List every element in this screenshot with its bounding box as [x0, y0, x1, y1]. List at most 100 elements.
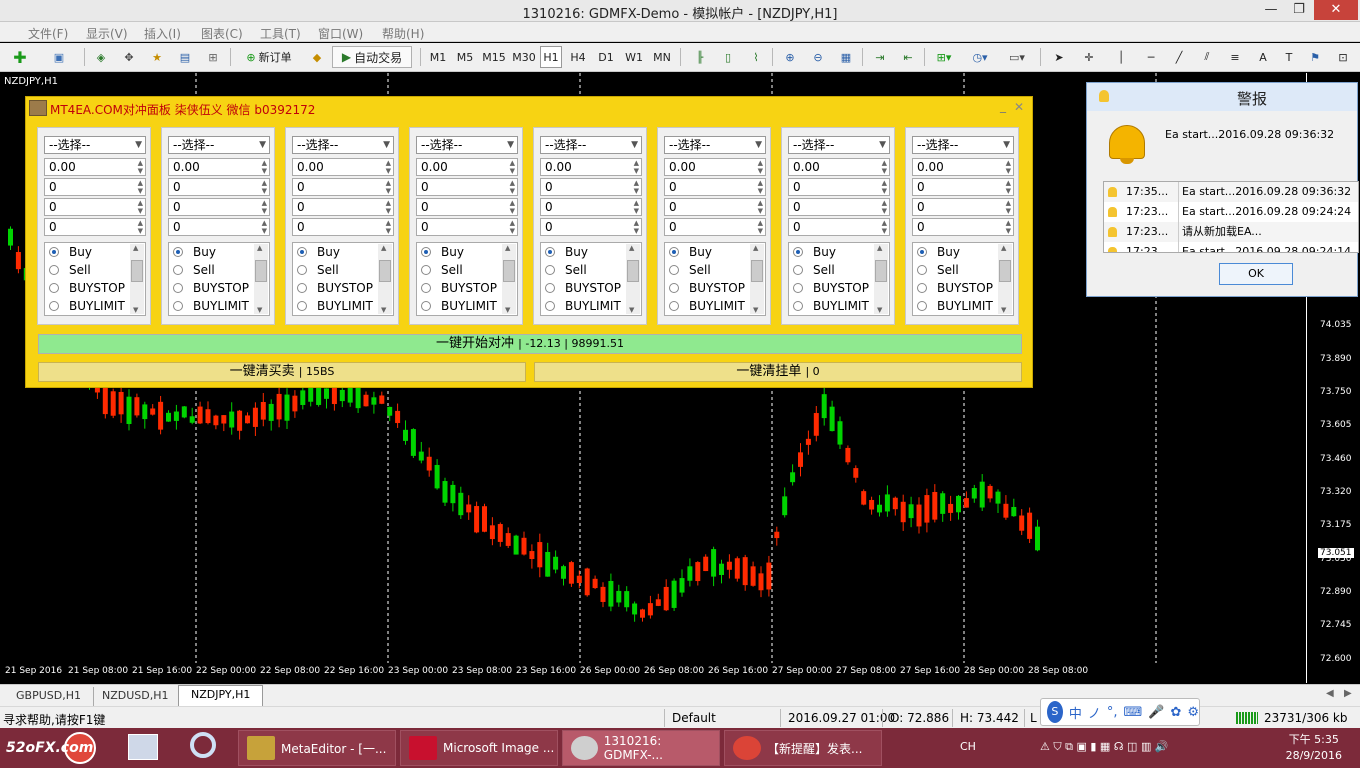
taskbar-item-chrome[interactable]: 【新提醒】发表... [724, 730, 882, 766]
param-input[interactable]: 0 ▲ ▼ [292, 178, 394, 196]
symbol-select[interactable]: --选择-- ▼ [788, 136, 890, 154]
hedge-start-button[interactable]: 一键开始对冲 | -12.13 | 98991.51 [38, 334, 1022, 354]
spinner-icon[interactable]: ▲ ▼ [138, 219, 143, 235]
scroll-down-icon[interactable]: ▼ [505, 306, 510, 314]
market-watch-icon[interactable]: ◈ [92, 46, 110, 68]
spinner-icon[interactable]: ▲ ▼ [262, 199, 267, 215]
alert-history-list[interactable]: 17:35... Ea start...2016.09.28 09:36:32 1… [1103, 181, 1359, 253]
param-input[interactable]: 0 ▲ ▼ [788, 218, 890, 236]
scrollbar[interactable]: ▲ ▼ [998, 244, 1012, 314]
scroll-down-icon[interactable]: ▼ [257, 306, 262, 314]
order-type-radio[interactable]: Sell [297, 263, 339, 277]
order-type-radio[interactable]: BUYLIMIT [917, 299, 993, 313]
scroll-down-icon[interactable]: ▼ [877, 306, 882, 314]
param-input[interactable]: 0 ▲ ▼ [292, 198, 394, 216]
spinner-icon[interactable]: ▲ ▼ [634, 159, 639, 175]
spinner-icon[interactable]: ▲ ▼ [1006, 159, 1011, 175]
scroll-thumb[interactable] [131, 260, 143, 282]
templates-icon[interactable]: ▭▾ [1004, 46, 1030, 68]
menu-insert[interactable]: 插入(I) [144, 25, 181, 42]
line-chart-icon[interactable]: ⌇ [746, 46, 766, 68]
chart-shift-icon[interactable]: ⇤ [898, 46, 918, 68]
indicators-icon[interactable]: ⊞▾ [932, 46, 956, 68]
lots-input[interactable]: 0.00 ▲ ▼ [788, 158, 890, 176]
list-item[interactable]: 17:23... Ea start...2016.09.28 09:24:14 [1104, 242, 1358, 252]
scroll-up-icon[interactable]: ▲ [753, 244, 758, 252]
trendline-icon[interactable]: ╱ [1170, 46, 1188, 68]
symbol-select[interactable]: --选择-- ▼ [168, 136, 270, 154]
ime-toolbar[interactable]: S 中 ノ °, ⌨ 🎤 ✿ ⚙ [1040, 698, 1200, 726]
spinner-icon[interactable]: ▲ ▼ [138, 159, 143, 175]
scroll-thumb[interactable] [999, 260, 1011, 282]
gear-icon[interactable]: ⚙ [1187, 705, 1199, 720]
order-type-radio[interactable]: BUYLIMIT [793, 299, 869, 313]
scroll-thumb[interactable] [751, 260, 763, 282]
scroll-up-icon[interactable]: ▲ [133, 244, 138, 252]
scroll-up-icon[interactable]: ▲ [877, 244, 882, 252]
autoscroll-icon[interactable]: ⇥ [870, 46, 890, 68]
tf-w1[interactable]: W1 [622, 46, 646, 68]
spinner-icon[interactable]: ▲ ▼ [1006, 179, 1011, 195]
param-input[interactable]: 0 ▲ ▼ [788, 198, 890, 216]
tile-windows-icon[interactable]: ▦ [836, 46, 856, 68]
symbol-select[interactable]: --选择-- ▼ [664, 136, 766, 154]
param-input[interactable]: 0 ▲ ▼ [168, 218, 270, 236]
spinner-icon[interactable]: ▲ ▼ [386, 179, 391, 195]
param-input[interactable]: 0 ▲ ▼ [416, 178, 518, 196]
taskbar-item-image[interactable]: Microsoft Image ... [400, 730, 558, 766]
spinner-icon[interactable]: ▲ ▼ [386, 199, 391, 215]
text-label-icon[interactable]: T [1280, 46, 1298, 68]
order-type-radio[interactable]: BUYLIMIT [173, 299, 249, 313]
menu-file[interactable]: 文件(F) [28, 25, 68, 42]
scrollbar[interactable]: ▲ ▼ [626, 244, 640, 314]
order-type-radio[interactable]: BUYLIMIT [49, 299, 125, 313]
profiles-icon[interactable]: ▣ [48, 46, 70, 68]
candle-chart-icon[interactable]: ▯ [718, 46, 738, 68]
scroll-up-icon[interactable]: ▲ [505, 244, 510, 252]
scrollbar[interactable]: ▲ ▼ [750, 244, 764, 314]
tf-h4[interactable]: H4 [566, 46, 590, 68]
list-item[interactable]: 17:35... Ea start...2016.09.28 09:36:32 [1104, 182, 1358, 202]
tab-gbpusd[interactable]: GBPUSD,H1 [4, 687, 94, 706]
param-input[interactable]: 0 ▲ ▼ [540, 178, 642, 196]
tray-icons[interactable]: ⚠ ⛉ ⧉ ▣ ▮ ▦ ☊ ◫ ▥ 🔊 [1040, 740, 1169, 754]
scroll-down-icon[interactable]: ▼ [753, 306, 758, 314]
order-type-radio[interactable]: BUYSTOP [173, 281, 249, 295]
panel-minimize-button[interactable]: _ [1000, 99, 1006, 113]
tester-icon[interactable]: ⊞ [204, 46, 222, 68]
spinner-icon[interactable]: ▲ ▼ [634, 199, 639, 215]
order-type-radio[interactable]: Sell [545, 263, 587, 277]
tf-m5[interactable]: M5 [453, 46, 477, 68]
param-input[interactable]: 0 ▲ ▼ [540, 198, 642, 216]
param-input[interactable]: 0 ▲ ▼ [664, 178, 766, 196]
order-type-radio[interactable]: Sell [793, 263, 835, 277]
param-input[interactable]: 0 ▲ ▼ [44, 218, 146, 236]
scroll-thumb[interactable] [503, 260, 515, 282]
periods-icon[interactable]: ◷▾ [968, 46, 992, 68]
spinner-icon[interactable]: ▲ ▼ [138, 199, 143, 215]
order-type-radio[interactable]: BUYLIMIT [421, 299, 497, 313]
param-input[interactable]: 0 ▲ ▼ [44, 198, 146, 216]
scroll-down-icon[interactable]: ▼ [381, 306, 386, 314]
spinner-icon[interactable]: ▲ ▼ [758, 219, 763, 235]
vertical-line-icon[interactable]: │ [1112, 46, 1130, 68]
zoom-in-icon[interactable]: ⊕ [780, 46, 800, 68]
alert-header[interactable]: 警报 [1087, 83, 1357, 111]
spinner-icon[interactable]: ▲ ▼ [1006, 199, 1011, 215]
order-type-radio[interactable]: Sell [173, 263, 215, 277]
scroll-thumb[interactable] [255, 260, 267, 282]
ime-punct-icon[interactable]: ノ [1088, 703, 1101, 722]
order-type-radio[interactable]: BUYSTOP [297, 281, 373, 295]
tf-mn[interactable]: MN [650, 46, 674, 68]
arrows-icon[interactable]: ⚑ [1306, 46, 1324, 68]
tray-language[interactable]: CH [960, 740, 976, 753]
menu-charts[interactable]: 图表(C) [201, 25, 243, 42]
spinner-icon[interactable]: ▲ ▼ [1006, 219, 1011, 235]
tab-nzdjpy[interactable]: NZDJPY,H1 [178, 685, 264, 706]
param-input[interactable]: 0 ▲ ▼ [664, 198, 766, 216]
order-type-radio[interactable]: BUYLIMIT [545, 299, 621, 313]
order-type-radio[interactable]: BUYSTOP [421, 281, 497, 295]
tab-scroll-left-icon[interactable]: ◀ [1326, 688, 1334, 699]
text-icon[interactable]: A [1254, 46, 1272, 68]
symbol-select[interactable]: --选择-- ▼ [912, 136, 1014, 154]
